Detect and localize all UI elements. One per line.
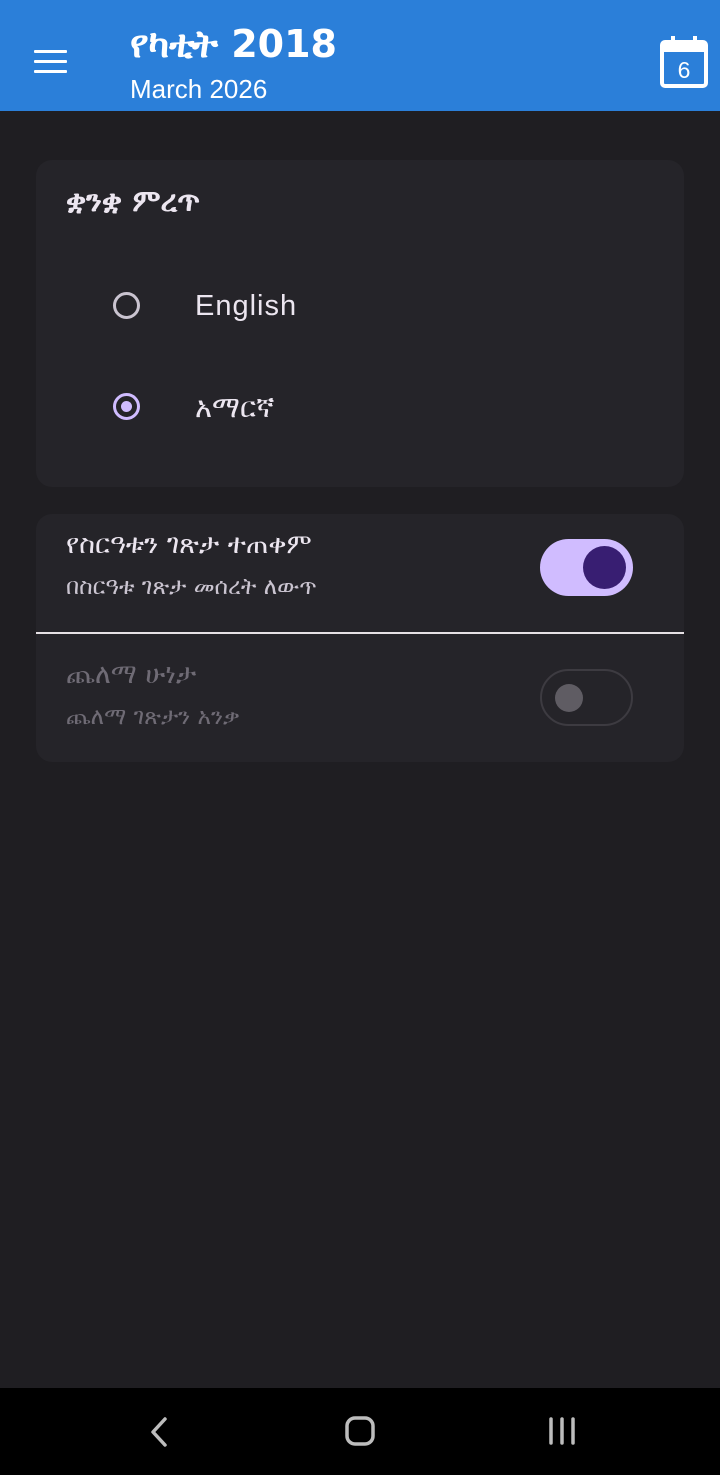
page-subtitle: March 2026	[130, 74, 268, 104]
dark-mode-switch[interactable]	[540, 669, 633, 726]
system-theme-switch[interactable]	[540, 539, 633, 596]
calendar-button[interactable]: 6	[656, 32, 712, 92]
calendar-day-number: 6	[678, 57, 691, 83]
language-option-english[interactable]: English	[36, 268, 684, 348]
language-card-title: ቋንቋ ምረጥ	[66, 184, 201, 219]
menu-button[interactable]	[22, 38, 78, 86]
menu-icon-line-bottom	[34, 70, 67, 73]
theme-settings-card: የስርዓቱን ገጽታ ተጠቀም በስርዓቱ ገጽታ መሰረት ለውጥ ጨለማ ሁ…	[36, 514, 684, 762]
calendar-icon: 6	[660, 36, 708, 88]
menu-icon-line-middle	[34, 60, 67, 63]
recents-icon	[549, 1417, 575, 1445]
language-card: ቋንቋ ምረጥ English አማርኛ	[36, 160, 684, 487]
home-icon	[345, 1416, 375, 1446]
recents-button[interactable]	[538, 1408, 586, 1456]
radio-english[interactable]	[113, 292, 140, 319]
dark-mode-subtitle: ጨለማ ገጽታን አንቃ	[66, 704, 240, 730]
page-title: የካቲት 2018	[130, 22, 337, 66]
dark-mode-title: ጨለማ ሁነታ	[66, 659, 197, 690]
language-option-amharic[interactable]: አማርኛ	[36, 369, 684, 449]
system-theme-setting[interactable]: የስርዓቱን ገጽታ ተጠቀም በስርዓቱ ገጽታ መሰረት ለውጥ	[36, 514, 684, 634]
back-icon	[151, 1417, 167, 1447]
system-navigation-bar	[0, 1388, 720, 1475]
home-button[interactable]	[336, 1408, 384, 1456]
radio-amharic[interactable]	[113, 393, 140, 420]
language-option-label: አማርኛ	[195, 390, 275, 424]
dark-mode-setting[interactable]: ጨለማ ሁነታ ጨለማ ገጽታን አንቃ	[36, 644, 684, 764]
back-button[interactable]	[136, 1408, 184, 1456]
switch-thumb	[555, 684, 583, 712]
system-theme-subtitle: በስርዓቱ ገጽታ መሰረት ለውጥ	[66, 574, 317, 600]
language-option-label: English	[195, 290, 298, 322]
system-theme-title: የስርዓቱን ገጽታ ተጠቀም	[66, 529, 312, 560]
menu-icon-line-top	[34, 50, 67, 53]
switch-thumb	[583, 546, 626, 589]
app-bar: የካቲት 2018 March 2026 6	[0, 0, 720, 111]
divider	[36, 632, 684, 634]
